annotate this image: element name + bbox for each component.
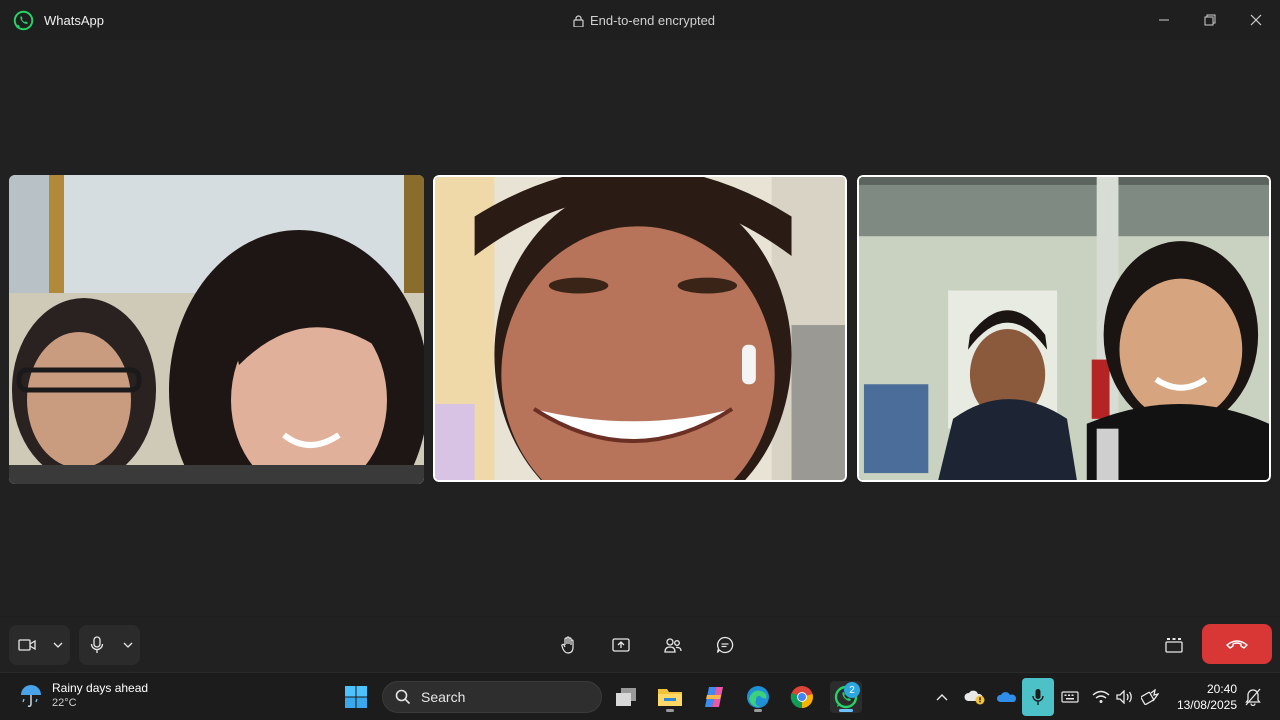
active-indicator (839, 709, 853, 712)
chat-button[interactable] (712, 633, 738, 657)
title-bar: WhatsApp End-to-end encrypted (0, 0, 1280, 40)
notification-badge: 2 (844, 682, 860, 698)
layout-icon (1165, 638, 1183, 653)
keyboard-icon (1061, 691, 1079, 703)
copilot-button[interactable] (698, 681, 730, 713)
notification-center-button[interactable] (1242, 681, 1264, 713)
file-explorer-icon (658, 689, 682, 706)
volume-icon (1116, 690, 1132, 704)
running-indicator (666, 709, 674, 712)
call-controls (0, 617, 1280, 672)
onedrive-warning-icon (964, 690, 985, 705)
raise-hand-icon (561, 636, 574, 654)
microphone-in-use-tray[interactable] (1022, 678, 1054, 716)
chrome-icon (790, 686, 813, 709)
participants-button[interactable] (660, 633, 686, 657)
camera-options-button[interactable] (45, 625, 70, 665)
camera-icon (18, 639, 36, 651)
mic-tray-icon (1032, 689, 1044, 705)
encryption-label: End-to-end encrypted (590, 13, 716, 28)
edge-button[interactable] (742, 681, 774, 713)
restore-button[interactable] (1190, 4, 1230, 36)
mic-control-group (79, 625, 140, 665)
windows-start-icon (345, 686, 367, 708)
layout-button[interactable] (1161, 633, 1187, 657)
weather-summary: Rainy days ahead (52, 681, 149, 695)
chat-icon (716, 636, 734, 654)
participant-tile-2[interactable] (432, 174, 848, 483)
participants-icon (664, 638, 682, 653)
participant-video (9, 175, 424, 484)
participant-tile-1[interactable] (9, 175, 424, 484)
lock-icon (573, 14, 584, 27)
taskbar-search[interactable]: Search (382, 681, 602, 713)
weather-widget[interactable]: Rainy days ahead 22°C (18, 681, 148, 711)
participant-video (859, 177, 1269, 480)
task-view-icon (616, 688, 636, 706)
onedrive-tray[interactable] (994, 681, 1020, 713)
camera-toggle-button[interactable] (9, 625, 45, 665)
battery-icon (1141, 689, 1159, 705)
clock[interactable]: 20:40 13/08/2025 (1170, 681, 1237, 713)
end-call-icon (1226, 640, 1248, 649)
close-icon (1250, 14, 1262, 26)
task-view-button[interactable] (610, 681, 642, 713)
mic-options-button[interactable] (115, 625, 140, 665)
wifi-icon (1092, 690, 1110, 703)
camera-control-group (9, 625, 70, 665)
restore-icon (1204, 14, 1216, 26)
network-tray[interactable] (1090, 681, 1112, 713)
participant-video (435, 177, 845, 480)
rain-umbrella-icon (21, 685, 41, 707)
taskbar: Rainy days ahead 22°C Search 2 20:40 13/… (0, 672, 1280, 720)
share-screen-button[interactable] (608, 633, 634, 657)
edge-icon (747, 686, 769, 708)
volume-tray[interactable] (1114, 681, 1136, 713)
file-explorer-button[interactable] (654, 681, 686, 713)
clock-time: 20:40 (1206, 682, 1237, 696)
mic-toggle-button[interactable] (79, 625, 115, 665)
keyboard-tray[interactable] (1058, 681, 1082, 713)
minimize-button[interactable] (1144, 4, 1184, 36)
show-hidden-icons-button[interactable] (932, 681, 952, 713)
end-call-button[interactable] (1202, 624, 1272, 664)
chevron-down-icon (123, 642, 132, 648)
running-indicator (754, 709, 762, 712)
weather-temperature: 22°C (52, 697, 77, 709)
clock-date: 13/08/2025 (1176, 698, 1237, 712)
encryption-status: End-to-end encrypted (573, 13, 715, 28)
battery-tray[interactable] (1139, 681, 1161, 713)
minimize-icon (1159, 19, 1169, 21)
start-button[interactable] (340, 681, 372, 713)
share-screen-icon (612, 637, 630, 652)
onedrive-warning-tray[interactable] (962, 681, 988, 713)
app-title: WhatsApp (44, 13, 104, 28)
notification-icon (1245, 688, 1261, 706)
onedrive-icon (997, 692, 1016, 702)
participant-tile-3[interactable] (856, 174, 1272, 483)
copilot-icon (705, 687, 723, 707)
close-button[interactable] (1236, 4, 1276, 36)
chrome-button[interactable] (786, 681, 818, 713)
chevron-down-icon (53, 642, 62, 648)
whatsapp-logo-icon (13, 10, 34, 31)
raise-hand-button[interactable] (556, 633, 582, 657)
whatsapp-taskbar-button[interactable]: 2 (830, 681, 862, 713)
search-placeholder: Search (421, 689, 466, 705)
chevron-up-icon (936, 694, 948, 701)
search-icon (395, 689, 411, 705)
mic-icon (90, 636, 104, 653)
